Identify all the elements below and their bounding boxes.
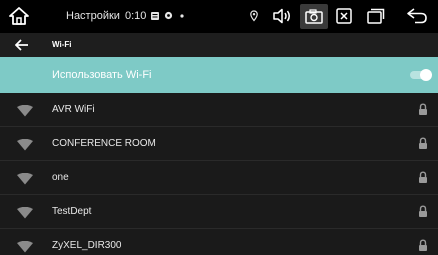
settings-gear-icon [163, 10, 173, 20]
status-title: Настройки [66, 10, 120, 22]
network-ssid: TestDept [52, 206, 92, 217]
wifi-signal-icon [16, 240, 34, 253]
back-icon[interactable] [405, 7, 429, 25]
use-wifi-row[interactable]: Использовать Wi-Fi [0, 57, 438, 93]
network-ssid: one [52, 172, 69, 183]
network-row[interactable]: ZyXEL_DIR300 [0, 229, 438, 255]
network-row[interactable]: AVR WiFi [0, 93, 438, 127]
arrow-left-icon[interactable] [14, 38, 30, 52]
location-icon [249, 9, 259, 23]
network-row[interactable]: TestDept [0, 195, 438, 229]
message-icon [150, 11, 159, 21]
network-row[interactable]: CONFERENCE ROOM [0, 127, 438, 161]
network-ssid: ZyXEL_DIR300 [52, 240, 122, 251]
lock-icon [418, 239, 428, 252]
screenshot-icon[interactable] [304, 8, 324, 25]
status-bar: Настройки 0:10 [0, 0, 438, 33]
page-title: Wi-Fi [52, 40, 72, 49]
use-wifi-label: Использовать Wi-Fi [52, 69, 152, 81]
wifi-settings-screen: Настройки 0:10 Wi-Fi Использовать Wi-Fi … [0, 0, 438, 255]
wifi-signal-icon [16, 104, 34, 117]
toggle-thumb [420, 69, 432, 81]
lock-icon [418, 205, 428, 218]
wifi-signal-icon [16, 138, 34, 151]
wifi-toggle[interactable] [410, 69, 432, 81]
lock-icon [418, 137, 428, 150]
network-ssid: CONFERENCE ROOM [52, 138, 156, 149]
lock-icon [418, 171, 428, 184]
wifi-signal-icon [16, 172, 34, 185]
recent-apps-icon[interactable] [366, 7, 386, 25]
status-time: 0:10 [125, 10, 147, 22]
network-row[interactable]: one [0, 161, 438, 195]
volume-icon[interactable] [271, 7, 293, 25]
network-ssid: AVR WiFi [52, 104, 95, 115]
wifi-signal-icon [16, 206, 34, 219]
page-header: Wi-Fi [0, 33, 438, 57]
media-dot-icon [179, 13, 184, 18]
lock-icon [418, 103, 428, 116]
home-icon[interactable] [8, 6, 30, 26]
close-box-icon[interactable] [335, 7, 353, 25]
